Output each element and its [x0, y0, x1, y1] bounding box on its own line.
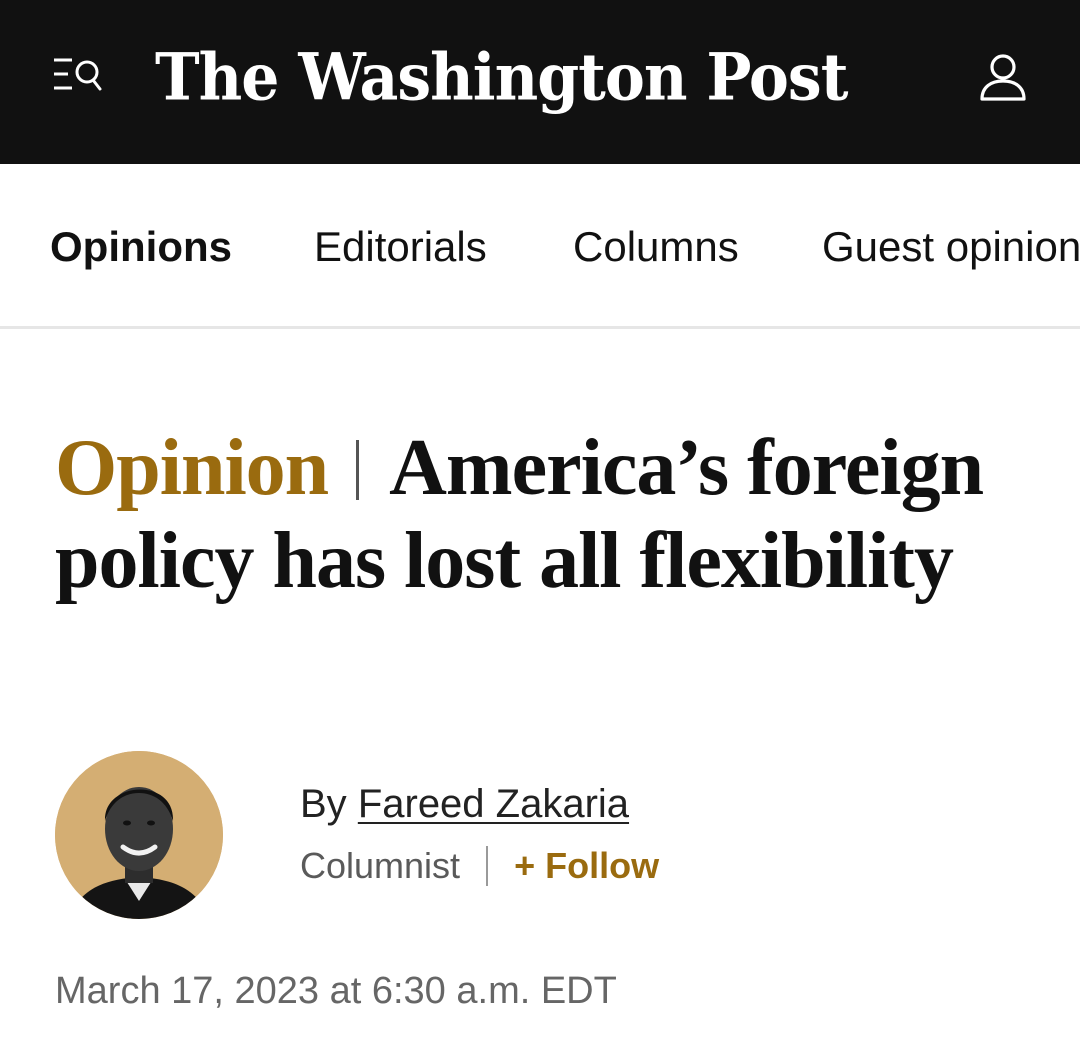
article-headline: Opinion America’s foreign policy has lost… [55, 422, 1015, 608]
nav-item-columns[interactable]: Columns [573, 222, 739, 272]
top-bar: The Washington Post [0, 0, 1080, 164]
nav-item-opinions[interactable]: Opinions [50, 222, 232, 272]
follow-button[interactable]: + Follow [514, 845, 659, 886]
meta-divider [486, 846, 489, 886]
menu-search-icon[interactable] [50, 56, 106, 96]
author-meta: Columnist + Follow [300, 842, 659, 890]
user-account-icon[interactable] [975, 50, 1031, 106]
author-link[interactable]: Fareed Zakaria [358, 782, 629, 826]
author-role: Columnist [300, 845, 461, 886]
byline-prefix: By [300, 782, 347, 826]
washington-post-logo[interactable]: The Washington Post [155, 35, 848, 121]
nav-item-guest-opinions[interactable]: Guest opinions [822, 222, 1080, 272]
section-nav: Opinions Editorials Columns Guest opinio… [0, 164, 1080, 329]
kicker-divider [356, 440, 360, 500]
nav-item-editorials[interactable]: Editorials [314, 222, 487, 272]
publish-timestamp: March 17, 2023 at 6:30 a.m. EDT [55, 970, 617, 1012]
byline: By Fareed Zakaria [300, 780, 629, 828]
opinion-kicker[interactable]: Opinion [55, 424, 329, 512]
author-avatar[interactable] [55, 751, 223, 919]
